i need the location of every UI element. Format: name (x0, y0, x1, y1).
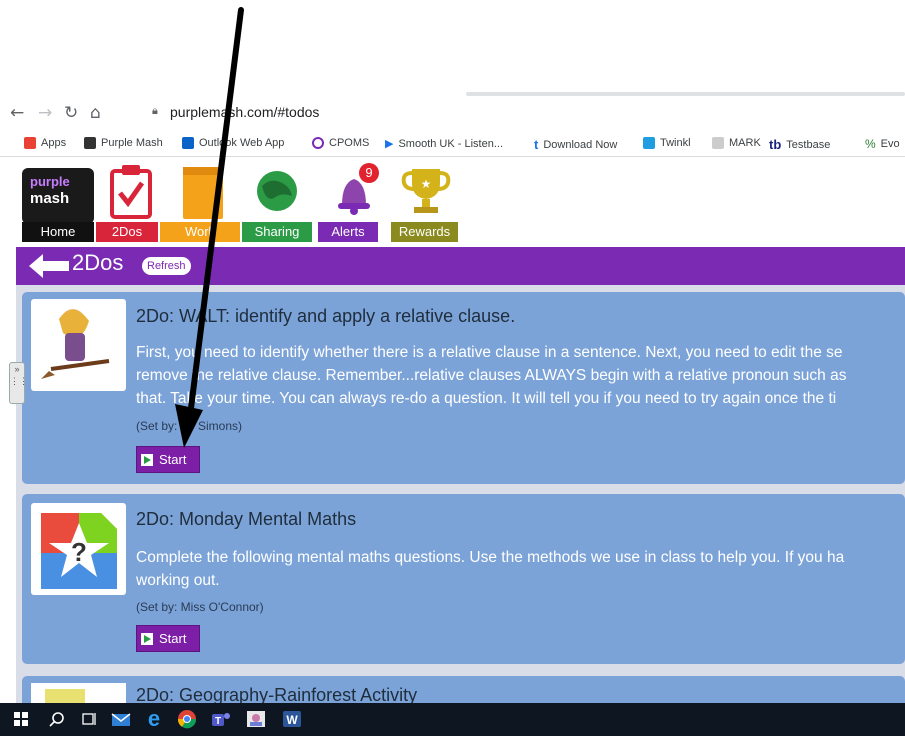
svg-text:W: W (286, 713, 298, 727)
download-icon: t (534, 137, 539, 152)
nav-rewards[interactable]: Rewards (391, 222, 458, 242)
forward-icon[interactable]: → (38, 104, 52, 122)
nav-2dos[interactable]: 2Dos (96, 222, 158, 242)
todo-set-by: (Set by: Miss O'Connor) (136, 600, 264, 614)
page-title: 2Dos (72, 250, 124, 275)
nav-alerts[interactable]: Alerts (318, 222, 378, 242)
bookmark-outlook[interactable]: Outlook Web App (182, 137, 284, 149)
svg-text:★: ★ (421, 177, 432, 191)
todo-description-line: remove the relative clause. Remember...r… (136, 367, 847, 384)
word-icon[interactable]: W (281, 708, 303, 730)
nav-home[interactable]: Home (22, 222, 94, 242)
todo-title[interactable]: 2Do: WALT: identify and apply a relative… (136, 306, 515, 327)
todo-description-line: First, you need to identify whether ther… (136, 344, 843, 361)
globe-icon[interactable] (252, 166, 302, 216)
chrome-browser-icon[interactable] (176, 708, 198, 730)
checklist-icon[interactable] (108, 163, 154, 221)
teams-icon[interactable]: T (210, 708, 232, 730)
todo-set-by: (Set by: Mr Simons) (136, 419, 243, 433)
apps-grid-icon (24, 137, 36, 149)
purple-mash-logo[interactable]: purple mash (22, 168, 94, 224)
trophy-icon[interactable]: ★ (400, 163, 452, 219)
todo-description-line: that. Take your time. You can always re-… (136, 390, 837, 407)
todo-thumbnail (31, 299, 126, 391)
todo-title[interactable]: 2Do: Monday Mental Maths (136, 509, 356, 530)
bookmark-smooth[interactable]: ▶ Smooth UK - Listen... (385, 137, 503, 151)
purple-mash-icon (84, 137, 96, 149)
smooth-icon: ▶ (385, 138, 394, 150)
start-button[interactable]: Start (136, 625, 200, 652)
search-icon[interactable] (46, 708, 68, 730)
bookmark-twinkl[interactable]: Twinkl (643, 137, 691, 149)
folder-icon[interactable] (180, 163, 226, 221)
bookmark-download-now[interactable]: t Download Now (534, 137, 617, 152)
reload-icon[interactable]: ↻ (64, 104, 78, 122)
lock-icon[interactable]: 🔒︎ (152, 105, 158, 118)
task-view-icon[interactable] (78, 708, 100, 730)
play-icon (141, 632, 153, 645)
mark-icon (712, 137, 724, 149)
testbase-icon: tb (769, 137, 782, 152)
bookmark-apps[interactable]: Apps (24, 137, 66, 149)
back-arrow-icon[interactable] (27, 251, 71, 281)
bookmark-mark[interactable]: MARK (712, 137, 761, 149)
document-icon (45, 689, 85, 703)
witch-character-icon (41, 309, 110, 379)
windows-start-icon[interactable] (10, 708, 32, 730)
bookmark-testbase[interactable]: tb Testbase (769, 137, 830, 152)
outlook-icon (182, 137, 194, 149)
svg-text:T: T (215, 716, 221, 727)
todo-description-line: Complete the following mental maths ques… (136, 549, 845, 566)
alerts-count-badge: 9 (359, 163, 379, 183)
edge-browser-icon[interactable]: e (143, 706, 165, 731)
play-icon (141, 453, 153, 466)
nav-sharing[interactable]: Sharing (242, 222, 312, 242)
mail-icon[interactable] (110, 708, 132, 730)
question-star-icon: ? (41, 513, 117, 589)
address-bar (0, 96, 905, 132)
home-icon[interactable]: ⌂ (90, 104, 101, 122)
windows-taskbar (0, 703, 905, 736)
back-icon[interactable]: ← (10, 104, 24, 122)
nav-work[interactable]: Work (160, 222, 240, 242)
bookmark-cpoms[interactable]: CPOMS (312, 137, 369, 149)
start-button[interactable]: Start (136, 446, 200, 473)
svg-text:?: ? (71, 537, 87, 567)
bookmark-purple-mash[interactable]: Purple Mash (84, 137, 163, 149)
browser-tab-strip (0, 0, 905, 95)
todo-description-line: working out. (136, 572, 220, 589)
todo-thumbnail: ? (31, 503, 126, 595)
people-app-icon[interactable] (245, 708, 267, 730)
evo-icon: % (865, 137, 876, 151)
todo-thumbnail (31, 683, 126, 703)
side-panel-toggle[interactable]: » ⋮⋮ (9, 362, 28, 404)
twinkl-icon (643, 137, 655, 149)
url-field[interactable]: purplemash.com/#todos (170, 104, 319, 120)
cpoms-icon (312, 137, 324, 149)
refresh-button[interactable]: Refresh (142, 257, 191, 275)
bookmark-evo[interactable]: % Evo (865, 137, 900, 151)
